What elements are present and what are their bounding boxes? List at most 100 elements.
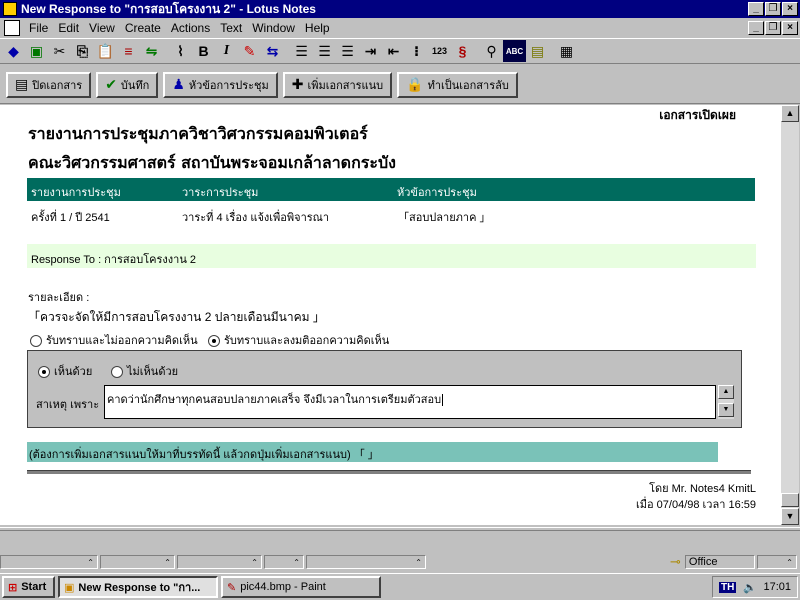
menu-window[interactable]: Window xyxy=(247,21,300,35)
scroll-up-icon[interactable]: ▲ xyxy=(781,105,799,122)
make-private-button[interactable]: 🔒 ทำเป็นเอกสารลับ xyxy=(397,71,518,98)
menu-create[interactable]: Create xyxy=(120,21,166,35)
language-indicator[interactable]: TH xyxy=(719,581,737,593)
close-document-label: ปิดเอกสาร xyxy=(32,79,83,92)
paste-icon[interactable]: 📋 xyxy=(94,40,117,62)
detail-field[interactable]: 「ควรจะจัดให้มีการสอบโครงงาน 2 ปลายเดือนม… xyxy=(28,308,325,327)
align-center-icon[interactable]: ☰ xyxy=(313,40,336,62)
scroll-thumb[interactable] xyxy=(781,493,799,507)
paint-task-icon: ✎ xyxy=(227,581,237,594)
spell-icon[interactable]: ABC xyxy=(503,40,526,62)
document-icon[interactable] xyxy=(4,20,20,36)
title-bar[interactable]: New Response to "การสอบโครงงาน 2" - Lotu… xyxy=(0,0,800,18)
radio-comment-button[interactable] xyxy=(208,335,220,348)
attachment-field[interactable]: (ต้องการเพิ่มเอกสารแนบให้มาที่บรรทัดนี้ … xyxy=(27,442,718,462)
divider xyxy=(27,470,751,474)
menu-file[interactable]: File xyxy=(24,21,53,35)
restore-button[interactable]: ❐ xyxy=(765,2,781,16)
start-button[interactable]: ⊞ Start xyxy=(2,576,55,598)
vertical-scrollbar[interactable]: ▲ ▼ xyxy=(781,105,799,525)
table-icon[interactable]: ▦ xyxy=(555,40,578,62)
link-icon[interactable]: ≡ xyxy=(117,40,140,62)
radio-comment[interactable]: รับทราบและลงมติออกความคิดเห็น xyxy=(208,331,389,349)
save-button[interactable]: ✔ บันทึก xyxy=(96,71,159,98)
smarticon-toolbar: ◆ ▣ ✂ ⎘ 📋 ≡ ⇋ ⌇ B I ✎ ⇆ ☰ ☰ ☰ ⇥ ⇤ ⁝ 123 … xyxy=(0,38,800,64)
detail-value: ควรจะจัดให้มีการสอบโครงงาน 2 ปลายเดือนมี… xyxy=(40,310,310,324)
agenda-header: วาระการประชุม xyxy=(182,187,259,199)
attach-icon[interactable]: ⇋ xyxy=(140,40,163,62)
meeting-topic-button[interactable]: ♟ หัวข้อการประชุม xyxy=(163,71,278,98)
task-paint[interactable]: ✎ pic44.bmp - Paint xyxy=(221,576,381,598)
radio-comment-label: รับทราบและลงมติออกความคิดเห็น xyxy=(224,335,390,347)
close-button[interactable]: × xyxy=(782,2,798,16)
bullet-icon[interactable]: ⁝ xyxy=(405,40,428,62)
response-to-box: Response To : การสอบโครงงาน 2 xyxy=(27,244,756,268)
search-icon[interactable]: ⚲ xyxy=(480,40,503,62)
radio-no-comment[interactable]: รับทราบและไม่ออกความคิดเห็น xyxy=(30,331,198,349)
task-notes[interactable]: ▣ New Response to "กา... xyxy=(58,576,218,598)
comment-section: เห็นด้วย ไม่เห็นด้วย สาเหตุ เพราะ คาดว่า… xyxy=(27,350,742,428)
key-icon: ⊸ xyxy=(670,554,681,569)
reason-value: คาดว่านักศึกษาทุกคนสอบปลายภาคเสร็จ จึงมี… xyxy=(107,394,442,406)
menu-edit[interactable]: Edit xyxy=(53,21,84,35)
menu-actions[interactable]: Actions xyxy=(166,21,215,35)
horizontal-area xyxy=(0,527,800,551)
detail-label: รายละเอียด : xyxy=(28,292,90,304)
reason-scroll-down-icon[interactable]: ▼ xyxy=(718,403,734,417)
align-right-icon[interactable]: ☰ xyxy=(336,40,359,62)
properties-icon[interactable]: ▤ xyxy=(526,40,549,62)
status-panel-5[interactable]: ⌃ xyxy=(306,555,426,569)
status-panel-1[interactable]: ⌃ xyxy=(0,555,98,569)
status-panel-3[interactable]: ⌃ xyxy=(177,555,262,569)
save-icon[interactable]: ▣ xyxy=(25,40,48,62)
italic-icon[interactable]: I xyxy=(215,40,238,62)
menu-help[interactable]: Help xyxy=(300,21,335,35)
style-icon[interactable]: § xyxy=(451,40,474,62)
location-panel[interactable]: Office xyxy=(684,555,755,569)
mail-panel[interactable]: ⌃ xyxy=(756,555,797,569)
start-label: Start xyxy=(21,581,47,593)
clock: 17:01 xyxy=(763,581,791,593)
date-line: เมื่อ 07/04/98 เวลา 16:59 xyxy=(636,499,756,511)
status-panel-2[interactable]: ⌃ xyxy=(100,555,175,569)
menu-text[interactable]: Text xyxy=(215,21,247,35)
radio-agree[interactable]: เห็นด้วย xyxy=(38,362,92,380)
radio-no-comment-button[interactable] xyxy=(30,335,42,348)
doc-close-button[interactable]: × xyxy=(782,21,798,35)
minimize-button[interactable]: _ xyxy=(748,2,764,16)
lock-icon: 🔒 xyxy=(406,76,424,92)
paperclip-icon[interactable]: ⌇ xyxy=(169,40,192,62)
close-document-icon: ▤ xyxy=(15,76,29,92)
status-panel-4[interactable]: ⌃ xyxy=(264,555,304,569)
doc-restore-button[interactable]: ❐ xyxy=(765,21,781,35)
smarticon-1[interactable]: ◆ xyxy=(2,40,25,62)
menu-view[interactable]: View xyxy=(84,21,120,35)
copy-icon[interactable]: ⎘ xyxy=(71,40,94,62)
report-value: ครั้งที่ 1 / ปี 2541 xyxy=(31,212,110,224)
status-panel-6 xyxy=(428,555,668,569)
notes-app-icon[interactable] xyxy=(3,2,17,16)
cut-icon[interactable]: ✂ xyxy=(48,40,71,62)
text-color-icon[interactable]: ⇆ xyxy=(261,40,284,62)
radio-disagree[interactable]: ไม่เห็นด้วย xyxy=(111,362,178,380)
close-document-button[interactable]: ▤ ปิดเอกสาร xyxy=(6,71,92,98)
bold-icon[interactable]: B xyxy=(192,40,215,62)
radio-disagree-label: ไม่เห็นด้วย xyxy=(127,366,179,378)
radio-disagree-button[interactable] xyxy=(111,366,123,379)
highlight-icon[interactable]: ✎ xyxy=(238,40,261,62)
reason-scroll-up-icon[interactable]: ▲ xyxy=(718,385,734,399)
reason-scrollbar[interactable]: ▲ ▼ xyxy=(718,385,734,419)
align-left-icon[interactable]: ☰ xyxy=(290,40,313,62)
outdent-icon[interactable]: ⇤ xyxy=(382,40,405,62)
doc-minimize-button[interactable]: _ xyxy=(748,21,764,35)
reason-input[interactable]: คาดว่านักศึกษาทุกคนสอบปลายภาคเสร็จ จึงมี… xyxy=(104,385,716,419)
agenda-value: วาระที่ 4 เรื่อง แจ้งเพื่อพิจารณา xyxy=(182,212,330,224)
indent-icon[interactable]: ⇥ xyxy=(359,40,382,62)
volume-icon[interactable]: 🔈 xyxy=(743,581,757,594)
radio-agree-button[interactable] xyxy=(38,366,50,379)
report-header: รายงานการประชุม xyxy=(31,187,121,199)
add-attachment-button[interactable]: ✚ เพิ่มเอกสารแนบ xyxy=(282,71,393,98)
public-document-tag: เอกสารเปิดเผย xyxy=(659,108,736,122)
scroll-down-icon[interactable]: ▼ xyxy=(781,508,799,525)
number-icon[interactable]: 123 xyxy=(428,40,451,62)
